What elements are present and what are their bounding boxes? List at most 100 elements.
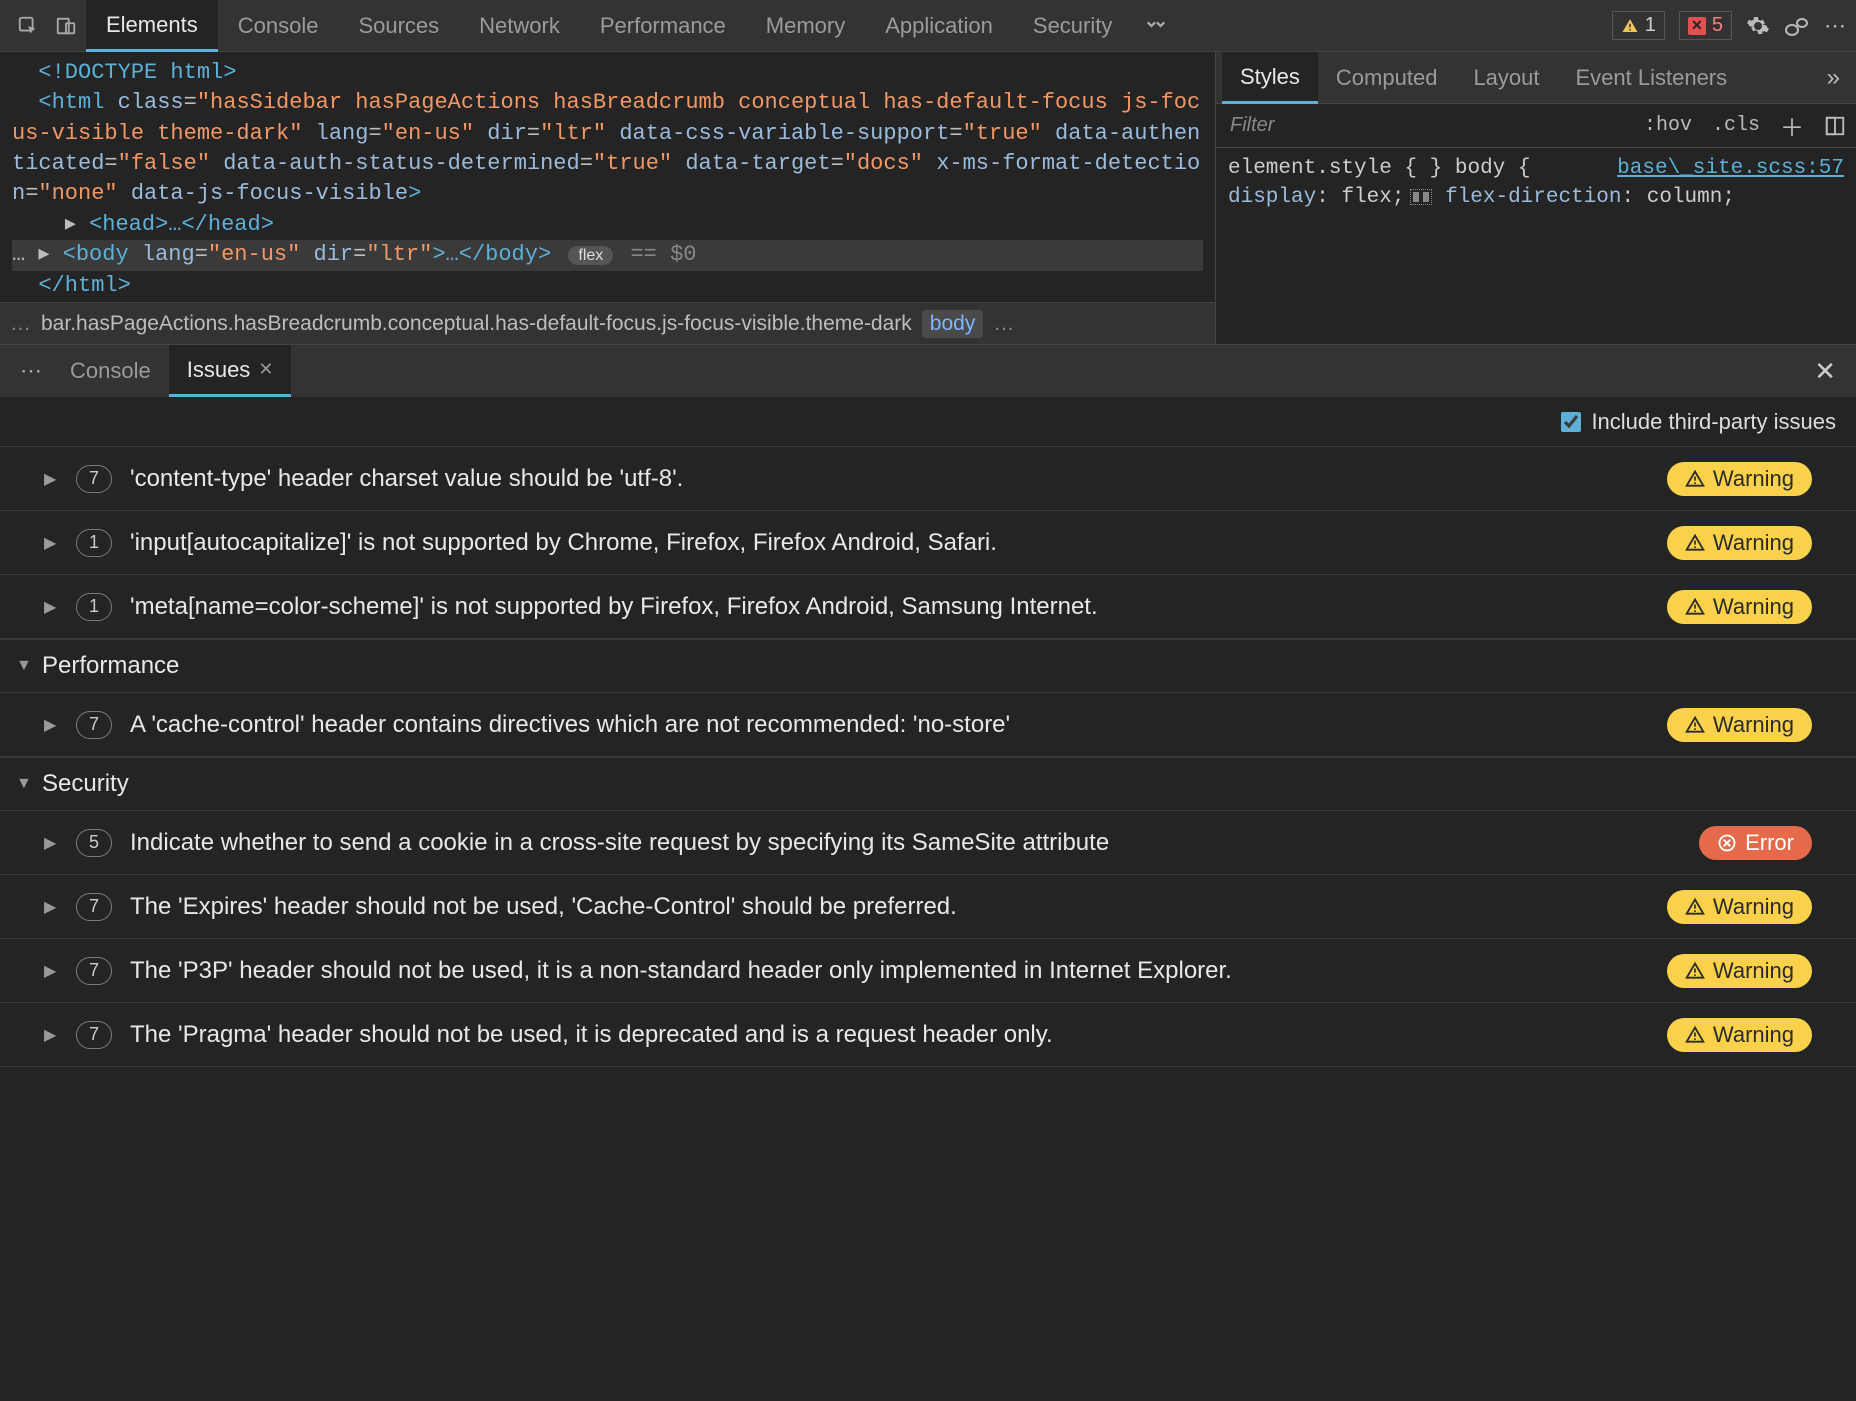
dock-side-icon[interactable] bbox=[1784, 15, 1810, 37]
settings-gear-icon[interactable] bbox=[1746, 14, 1770, 38]
disclosure-triangle-icon: ▶ bbox=[44, 833, 58, 853]
more-tabs-chevron-icon[interactable] bbox=[1138, 8, 1174, 44]
category-label: Performance bbox=[42, 652, 179, 680]
errors-count: 5 bbox=[1712, 14, 1723, 37]
issue-count-pill: 7 bbox=[76, 711, 112, 739]
drawer-tabs: ⋯ Console Issues✕ ✕ bbox=[0, 345, 1856, 397]
hov-toggle[interactable]: :hov bbox=[1634, 114, 1702, 137]
include-third-party-label: Include third-party issues bbox=[1591, 409, 1836, 435]
main-tab-memory[interactable]: Memory bbox=[746, 0, 865, 52]
drawer-menu-icon[interactable]: ⋯ bbox=[10, 358, 52, 384]
drawer-tab-console[interactable]: Console bbox=[52, 345, 169, 397]
disclosure-triangle-icon: ▶ bbox=[44, 469, 58, 489]
device-toolbar-icon[interactable] bbox=[48, 8, 84, 44]
disclosure-triangle-icon: ▶ bbox=[44, 897, 58, 917]
severity-badge: Warning bbox=[1667, 526, 1812, 560]
issue-count-pill: 7 bbox=[76, 957, 112, 985]
computed-styles-toggle-icon[interactable] bbox=[1814, 115, 1856, 137]
warnings-count-badge[interactable]: 1 bbox=[1612, 11, 1665, 40]
issue-row[interactable]: ▶1'meta[name=color-scheme]' is not suppo… bbox=[0, 575, 1856, 639]
errors-count-badge[interactable]: ✕ 5 bbox=[1679, 11, 1732, 40]
issue-category[interactable]: ▼Performance bbox=[0, 639, 1856, 693]
styles-filter-input[interactable] bbox=[1216, 114, 1634, 137]
main-tab-application[interactable]: Application bbox=[865, 0, 1013, 52]
styles-tab-layout[interactable]: Layout bbox=[1455, 52, 1557, 104]
error-circle-icon bbox=[1717, 833, 1737, 853]
flex-editor-icon[interactable] bbox=[1410, 189, 1432, 205]
issue-text: The 'Pragma' header should not be used, … bbox=[130, 1021, 1649, 1049]
warning-triangle-icon bbox=[1685, 715, 1705, 735]
issue-count-pill: 1 bbox=[76, 593, 112, 621]
crumb-ellipsis-right[interactable]: … bbox=[993, 312, 1014, 336]
warning-triangle-icon bbox=[1685, 961, 1705, 981]
elements-panel: <!DOCTYPE html> <html class="hasSidebar … bbox=[0, 52, 1216, 344]
doctype: <!DOCTYPE html> bbox=[38, 60, 236, 85]
disclosure-triangle-icon: ▶ bbox=[44, 715, 58, 735]
category-label: Security bbox=[42, 770, 129, 798]
disclosure-triangle-icon: ▶ bbox=[44, 533, 58, 553]
warning-triangle-icon bbox=[1685, 1025, 1705, 1045]
warning-triangle-icon bbox=[1685, 533, 1705, 553]
issue-row[interactable]: ▶ 5 Indicate whether to send a cookie in a… bbox=[0, 811, 1856, 875]
kebab-menu-icon[interactable]: ⋯ bbox=[1824, 13, 1846, 39]
issue-text: 'meta[name=color-scheme]' is not support… bbox=[130, 593, 1649, 621]
main-tab-performance[interactable]: Performance bbox=[580, 0, 746, 52]
drawer: ⋯ Console Issues✕ ✕ Include third-party … bbox=[0, 344, 1856, 1170]
crumb-body[interactable]: body bbox=[922, 310, 984, 338]
dom-tree[interactable]: <!DOCTYPE html> <html class="hasSidebar … bbox=[0, 52, 1215, 302]
crumb-ellipsis-left[interactable]: … bbox=[10, 312, 31, 336]
main-tab-network[interactable]: Network bbox=[459, 0, 580, 52]
body-node[interactable]: <body bbox=[63, 242, 142, 267]
styles-tabs: StylesComputedLayoutEvent Listeners » bbox=[1216, 52, 1856, 104]
issue-row[interactable]: ▶1'input[autocapitalize]' is not support… bbox=[0, 511, 1856, 575]
styles-tab-styles[interactable]: Styles bbox=[1222, 52, 1318, 104]
severity-badge: Warning bbox=[1667, 590, 1812, 624]
issue-row[interactable]: ▶ 7 A 'cache-control' header contains dire… bbox=[0, 693, 1856, 757]
issue-row[interactable]: ▶ 7 The 'Expires' header should not be use… bbox=[0, 875, 1856, 939]
main-tab-sources[interactable]: Sources bbox=[338, 0, 459, 52]
main-tab-elements[interactable]: Elements bbox=[86, 0, 218, 52]
eq-dollar-zero: == $0 bbox=[630, 242, 696, 267]
severity-badge: Warning bbox=[1667, 1018, 1812, 1052]
head-node[interactable]: <head>…</head> bbox=[89, 212, 274, 237]
main-tab-security[interactable]: Security bbox=[1013, 0, 1132, 52]
issue-count-pill: 7 bbox=[76, 893, 112, 921]
issue-row[interactable]: ▶7The 'Pragma' header should not be used… bbox=[0, 1003, 1856, 1067]
styles-tab-computed[interactable]: Computed bbox=[1318, 52, 1456, 104]
styles-rules[interactable]: element.style { } body {base\_site.scss:… bbox=[1216, 148, 1856, 344]
severity-badge: Error bbox=[1699, 826, 1812, 860]
issue-row[interactable]: ▶7'content-type' header charset value sh… bbox=[0, 447, 1856, 511]
styles-filter-row: :hov .cls ＋ bbox=[1216, 104, 1856, 148]
new-style-rule-icon[interactable]: ＋ bbox=[1770, 108, 1814, 143]
drawer-tab-issues[interactable]: Issues✕ bbox=[169, 345, 292, 397]
flex-badge[interactable]: flex bbox=[568, 246, 613, 265]
warnings-count: 1 bbox=[1645, 14, 1656, 37]
issue-text: Indicate whether to send a cookie in a c… bbox=[130, 829, 1681, 857]
main-tab-console[interactable]: Console bbox=[218, 0, 339, 52]
devtools-main-tabs: ElementsConsoleSourcesNetworkPerformance… bbox=[0, 0, 1856, 52]
styles-more-tabs-icon[interactable]: » bbox=[1817, 64, 1850, 92]
issue-count-pill: 7 bbox=[76, 465, 112, 493]
issues-list[interactable]: ▶7'content-type' header charset value sh… bbox=[0, 447, 1856, 1170]
breadcrumb[interactable]: … bar.hasPageActions.hasBreadcrumb.conce… bbox=[0, 302, 1215, 344]
issue-row[interactable]: ▶ 7 The 'P3P' header should not be used, i… bbox=[0, 939, 1856, 1003]
issue-category[interactable]: ▼ Security bbox=[0, 757, 1856, 811]
close-tab-icon[interactable]: ✕ bbox=[258, 359, 273, 380]
cls-toggle[interactable]: .cls bbox=[1702, 114, 1770, 137]
styles-sidebar: StylesComputedLayoutEvent Listeners » :h… bbox=[1216, 52, 1856, 344]
crumb-html[interactable]: bar.hasPageActions.hasBreadcrumb.concept… bbox=[41, 312, 912, 336]
disclosure-triangle-icon: ▼ bbox=[16, 775, 30, 793]
severity-badge: Warning bbox=[1667, 462, 1812, 496]
disclosure-triangle-icon: ▶ bbox=[44, 961, 58, 981]
issue-count-pill: 5 bbox=[76, 829, 112, 857]
severity-badge: Warning bbox=[1667, 954, 1812, 988]
inspect-element-icon[interactable] bbox=[10, 8, 46, 44]
issue-text: The 'P3P' header should not be used, it … bbox=[130, 957, 1649, 985]
close-drawer-icon[interactable]: ✕ bbox=[1804, 356, 1846, 387]
issue-text: A 'cache-control' header contains direct… bbox=[130, 711, 1649, 739]
issue-text: The 'Expires' header should not be used,… bbox=[130, 893, 1649, 921]
issue-text: 'input[autocapitalize]' is not supported… bbox=[130, 529, 1649, 557]
include-third-party-checkbox[interactable] bbox=[1561, 412, 1581, 432]
source-link[interactable]: base\_site.scss:57 bbox=[1617, 154, 1844, 183]
styles-tab-event-listeners[interactable]: Event Listeners bbox=[1558, 52, 1746, 104]
